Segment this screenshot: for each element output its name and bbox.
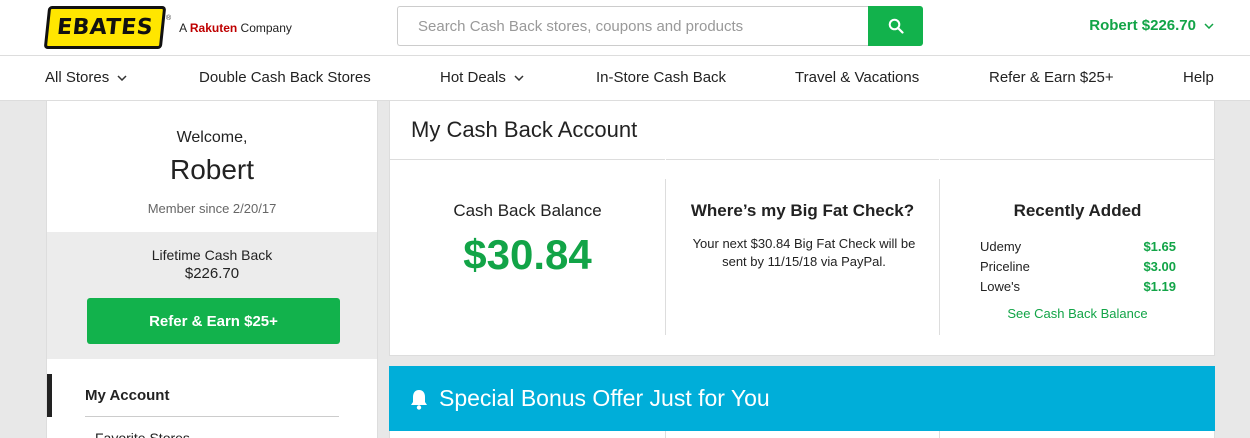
bonus-title: Special Bonus Offer Just for You	[439, 385, 770, 411]
bell-icon	[411, 389, 427, 410]
page-title: My Cash Back Account	[411, 117, 638, 142]
recent-list: Udemy $1.65 Priceline $3.00 Lowe's $1.19	[980, 237, 1176, 297]
tagline-suffix: Company	[240, 20, 292, 35]
search-icon	[888, 18, 904, 34]
nav-label: Hot Deals	[440, 69, 506, 86]
recent-store: Udemy	[980, 239, 1022, 254]
nav-label: All Stores	[45, 69, 110, 86]
nav-label: In-Store Cash Back	[596, 69, 727, 86]
balance-heading: Cash Back Balance	[453, 201, 602, 220]
recently-added-section: Recently Added Udemy $1.65 Priceline $3.…	[939, 159, 1215, 355]
rakuten-brand: Rakuten	[189, 20, 238, 35]
cash-back-account-panel: My Cash Back Account Cash Back Balance $…	[389, 101, 1215, 356]
divider	[939, 431, 940, 438]
divider-gap	[939, 159, 940, 179]
special-bonus-banner: Special Bonus Offer Just for You	[389, 366, 1215, 431]
account-nav-my-account[interactable]: My Account	[85, 387, 169, 404]
list-item: Udemy $1.65	[980, 237, 1176, 257]
nav-label: Help	[1183, 69, 1214, 86]
list-item: Lowe's $1.19	[980, 277, 1176, 297]
balance-amount: $30.84	[463, 231, 592, 278]
logo-area[interactable]: EBATES ® A Rakuten Company	[43, 6, 292, 49]
tagline-prefix: A	[179, 20, 187, 35]
user-account-menu[interactable]: Robert $226.70	[1089, 17, 1214, 34]
divider	[665, 431, 666, 438]
account-sidebar: Welcome, Robert Member since 2/20/17 Lif…	[46, 101, 378, 438]
site-header: EBATES ® A Rakuten Company Robert $226.7…	[0, 0, 1250, 56]
recent-amount: $1.19	[1143, 279, 1176, 294]
divider-gap	[665, 159, 666, 179]
lifetime-cash-back-box: Lifetime Cash Back $226.70 Refer & Earn …	[47, 232, 377, 359]
chevron-down-icon	[117, 74, 127, 81]
lifetime-label: Lifetime Cash Back	[151, 247, 273, 263]
member-since: Member since 2/20/17	[147, 201, 277, 216]
search-button[interactable]	[868, 6, 923, 46]
nav-label: Refer & Earn $25+	[989, 69, 1114, 86]
nav-help[interactable]: Help	[1183, 69, 1214, 86]
nav-refer-earn[interactable]: Refer & Earn $25+	[989, 69, 1114, 86]
nav-double-cash-back[interactable]: Double Cash Back Stores	[199, 69, 371, 86]
divider-gap	[665, 335, 666, 355]
list-item: Priceline $3.00	[980, 257, 1176, 277]
divider-gap	[939, 335, 940, 355]
registered-mark: ®	[166, 15, 172, 22]
user-balance-label: Robert $226.70	[1089, 17, 1196, 34]
recent-store: Priceline	[980, 259, 1030, 274]
ebates-logo[interactable]: EBATES	[43, 6, 167, 49]
nav-label: Double Cash Back Stores	[199, 69, 371, 86]
nav-all-stores[interactable]: All Stores	[45, 69, 127, 86]
cash-back-balance-section: Cash Back Balance $30.84	[390, 159, 665, 355]
see-cash-back-balance-link[interactable]: See Cash Back Balance	[940, 306, 1215, 321]
recent-store: Lowe's	[980, 279, 1021, 294]
divider	[85, 416, 339, 417]
check-text: Your next $30.84 Big Fat Check will be s…	[692, 236, 916, 269]
nav-label: Travel & Vacations	[795, 69, 920, 86]
main-nav: All Stores Double Cash Back Stores Hot D…	[0, 56, 1250, 101]
recent-amount: $1.65	[1143, 239, 1176, 254]
account-nav-favorite-stores[interactable]: Favorite Stores	[95, 430, 190, 438]
chevron-down-icon	[1204, 22, 1214, 29]
nav-hot-deals[interactable]: Hot Deals	[440, 69, 524, 86]
nav-travel[interactable]: Travel & Vacations	[795, 69, 919, 86]
refer-earn-button[interactable]: Refer & Earn $25+	[87, 298, 340, 344]
big-fat-check-section: Where’s my Big Fat Check? Your next $30.…	[665, 159, 939, 355]
username: Robert	[169, 154, 255, 185]
check-heading: Where’s my Big Fat Check?	[690, 201, 915, 220]
search-bar	[397, 6, 923, 46]
welcome-text: Welcome,	[176, 129, 248, 146]
recent-amount: $3.00	[1143, 259, 1176, 274]
nav-in-store[interactable]: In-Store Cash Back	[596, 69, 726, 86]
search-input[interactable]	[397, 6, 868, 46]
active-indicator	[47, 374, 52, 417]
bonus-content-strip	[389, 431, 1215, 438]
lifetime-value: $226.70	[184, 265, 240, 282]
tagline: A Rakuten Company	[179, 21, 292, 35]
recent-heading: Recently Added	[1013, 201, 1142, 220]
chevron-down-icon	[514, 74, 524, 81]
